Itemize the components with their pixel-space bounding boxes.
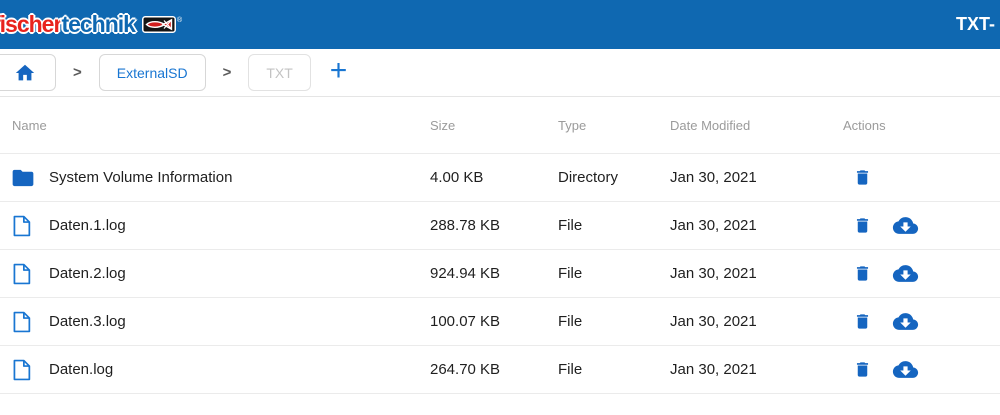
delete-button[interactable] [853,167,872,188]
trash-icon [853,215,872,236]
trash-icon [853,167,872,188]
file-name: Daten.3.log [49,313,126,330]
file-type: File [558,313,670,330]
download-button[interactable] [892,311,919,332]
file-type: Directory [558,169,670,186]
trash-icon [853,359,872,380]
file-type: File [558,265,670,282]
file-date: Jan 30, 2021 [670,169,843,186]
file-type: File [558,217,670,234]
column-header-name: Name [0,118,430,133]
logo-text-technik: technik [61,13,135,36]
cloud-download-icon [892,359,919,380]
device-title: TXT- [956,14,996,35]
breadcrumb-item-txt[interactable]: TXT [248,54,310,91]
name-cell: Daten.1.log [0,215,430,237]
breadcrumb-item-externalsd[interactable]: ExternalSD [99,54,206,91]
download-button[interactable] [892,359,919,380]
file-size: 924.94 KB [430,265,558,282]
actions-cell [843,167,1000,188]
actions-cell [843,263,1000,284]
file-icon [12,311,34,333]
delete-button[interactable] [853,311,872,332]
fischertechnik-logo: fischer technik ® [0,13,182,36]
add-button[interactable]: + [330,56,348,90]
file-name: Daten.1.log [49,217,126,234]
table-row[interactable]: Daten.1.log 288.78 KB File Jan 30, 2021 [0,201,1000,249]
file-date: Jan 30, 2021 [670,265,843,282]
download-button[interactable] [892,263,919,284]
trash-icon [853,311,872,332]
name-cell: Daten.2.log [0,263,430,285]
delete-button[interactable] [853,263,872,284]
fish-badge-icon [142,16,176,33]
top-bar: fischer technik ® TXT- [0,0,1000,49]
breadcrumb-separator-icon: > [223,64,232,81]
file-size: 264.70 KB [430,361,558,378]
file-name: Daten.log [49,361,113,378]
column-header-actions: Actions [843,118,1000,133]
file-icon [12,215,34,237]
download-button[interactable] [892,215,919,236]
file-date: Jan 30, 2021 [670,313,843,330]
file-name: System Volume Information [49,169,232,186]
actions-cell [843,215,1000,236]
home-icon [14,62,36,84]
folder-icon [12,169,34,187]
file-table: Name Size Type Date Modified Actions [0,97,1000,394]
name-cell: System Volume Information [0,169,430,187]
file-size: 4.00 KB [430,169,558,186]
table-row[interactable]: Daten.3.log 100.07 KB File Jan 30, 2021 [0,297,1000,345]
breadcrumb-home-button[interactable] [0,54,56,91]
table-row[interactable]: Daten.2.log 924.94 KB File Jan 30, 2021 [0,249,1000,297]
column-header-type: Type [558,118,670,133]
registered-mark: ® [177,17,182,24]
actions-cell [843,311,1000,332]
file-date: Jan 30, 2021 [670,217,843,234]
column-header-size: Size [430,118,558,133]
cloud-download-icon [892,311,919,332]
trash-icon [853,263,872,284]
file-size: 100.07 KB [430,313,558,330]
delete-button[interactable] [853,215,872,236]
table-header: Name Size Type Date Modified Actions [0,97,1000,153]
name-cell: Daten.log [0,359,430,381]
breadcrumb: > ExternalSD > TXT + [0,49,1000,97]
app: fischer technik ® TXT- > ExternalSD > TX… [0,0,1000,394]
file-size: 288.78 KB [430,217,558,234]
file-date: Jan 30, 2021 [670,361,843,378]
table-body: System Volume Information 4.00 KB Direct… [0,153,1000,394]
column-header-date: Date Modified [670,118,843,133]
table-row[interactable]: Daten.log 264.70 KB File Jan 30, 2021 [0,345,1000,393]
file-name: Daten.2.log [49,265,126,282]
table-row[interactable]: System Volume Information 4.00 KB Direct… [0,153,1000,201]
logo-text-fischer: fischer [0,13,61,36]
file-icon [12,359,34,381]
file-type: File [558,361,670,378]
name-cell: Daten.3.log [0,311,430,333]
breadcrumb-separator-icon: > [73,64,82,81]
cloud-download-icon [892,263,919,284]
delete-button[interactable] [853,359,872,380]
file-icon [12,263,34,285]
cloud-download-icon [892,215,919,236]
actions-cell [843,359,1000,380]
